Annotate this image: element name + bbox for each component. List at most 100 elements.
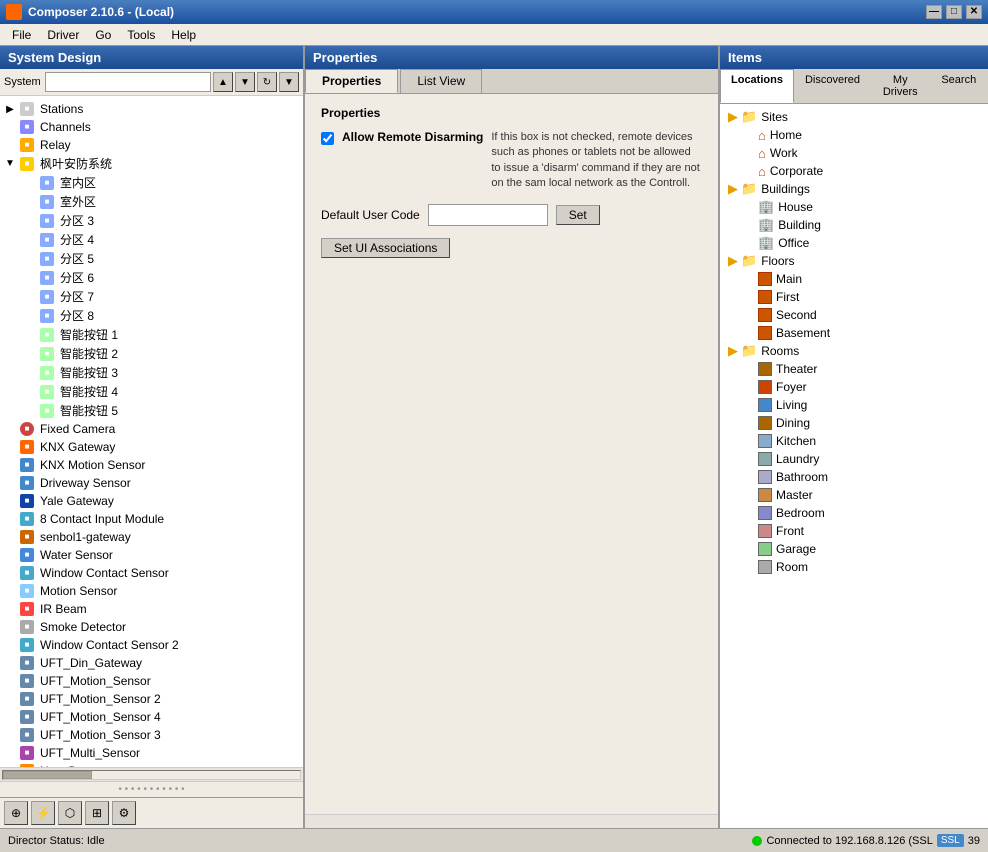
rtree-item-room[interactable]: Room <box>720 558 988 576</box>
rtree-item-main[interactable]: Main <box>720 270 988 288</box>
settings-button[interactable]: ⚙ <box>112 801 136 825</box>
minimize-button[interactable]: — <box>926 5 942 19</box>
menu-file[interactable]: File <box>4 26 39 44</box>
horizontal-scrollbar[interactable] <box>0 767 303 781</box>
tree-item-water[interactable]: ■ Water Sensor <box>0 546 303 564</box>
tree-item-btn3[interactable]: ■ 智能按钮 3 <box>0 363 303 382</box>
tree-item-zone4[interactable]: ■ 分区 4 <box>0 230 303 249</box>
tree-item-stations[interactable]: ▶ ■ Stations <box>0 100 303 118</box>
rtree-item-sites[interactable]: ▶ 📁 Sites <box>720 108 988 126</box>
rtree-item-home[interactable]: ⌂ Home <box>720 126 988 144</box>
tree-item-btn5[interactable]: ■ 智能按钮 5 <box>0 401 303 420</box>
network-button[interactable]: ⊞ <box>85 801 109 825</box>
tab-locations[interactable]: Locations <box>720 69 794 103</box>
tab-properties[interactable]: Properties <box>305 69 398 93</box>
rtree-item-laundry[interactable]: Laundry <box>720 450 988 468</box>
tree-item-camera[interactable]: ■ Fixed Camera <box>0 420 303 438</box>
tree-item-yalegw[interactable]: ■ Yale Gateway <box>0 492 303 510</box>
rtree-item-corporate[interactable]: ⌂ Corporate <box>720 162 988 180</box>
rtree-item-dining[interactable]: Dining <box>720 414 988 432</box>
folder-icon-floors: ▶ <box>728 253 738 269</box>
default-user-code-row: Default User Code Set <box>321 204 702 226</box>
rtree-item-bathroom[interactable]: Bathroom <box>720 468 988 486</box>
tab-listview[interactable]: List View <box>400 69 482 93</box>
tree-item-knxgw[interactable]: ■ KNX Gateway <box>0 438 303 456</box>
tree-item-security[interactable]: ▼ ■ 枫叶安防系统 <box>0 154 303 173</box>
set-ui-associations-button[interactable]: Set UI Associations <box>321 238 450 258</box>
tree-item-8contact[interactable]: ■ 8 Contact Input Module <box>0 510 303 528</box>
icon-camera: ■ <box>20 422 34 436</box>
tree-item-windowcs1[interactable]: ■ Window Contact Sensor <box>0 564 303 582</box>
tree-item-relay[interactable]: ■ Relay <box>0 136 303 154</box>
rtree-item-kitchen[interactable]: Kitchen <box>720 432 988 450</box>
tree-item-uftmotion3[interactable]: ■ UFT_Motion_Sensor 3 <box>0 726 303 744</box>
middle-scrollbar[interactable] <box>305 814 718 828</box>
close-button[interactable]: ✕ <box>966 5 982 19</box>
tree-item-smoke[interactable]: ■ Smoke Detector <box>0 618 303 636</box>
tree-item-windowcs2[interactable]: ■ Window Contact Sensor 2 <box>0 636 303 654</box>
tab-search[interactable]: Search <box>930 69 988 103</box>
tree-item-btn2[interactable]: ■ 智能按钮 2 <box>0 344 303 363</box>
rtree-item-rooms[interactable]: ▶ 📁 Rooms <box>720 342 988 360</box>
tree-item-knxmotion[interactable]: ■ KNX Motion Sensor <box>0 456 303 474</box>
rtree-item-office[interactable]: 🏢 Office <box>720 234 988 252</box>
add-device-button[interactable]: ⊕ <box>4 801 28 825</box>
system-search-input[interactable] <box>45 72 211 92</box>
label-uftmotion3: UFT_Motion_Sensor 3 <box>40 728 161 742</box>
tree-item-senbolll[interactable]: ■ senbol1-gateway <box>0 528 303 546</box>
refresh-button[interactable]: ↻ <box>257 72 277 92</box>
rtree-item-front[interactable]: Front <box>720 522 988 540</box>
tree-item-zone7[interactable]: ■ 分区 7 <box>0 287 303 306</box>
nav-down-button[interactable]: ▼ <box>235 72 255 92</box>
rtree-item-foyer[interactable]: Foyer <box>720 378 988 396</box>
rtree-item-theater[interactable]: Theater <box>720 360 988 378</box>
tree-item-uftmulti[interactable]: ■ UFT_Multi_Sensor <box>0 744 303 762</box>
rtree-item-first[interactable]: First <box>720 288 988 306</box>
rtree-item-buildings[interactable]: ▶ 📁 Buildings <box>720 180 988 198</box>
menu-driver[interactable]: Driver <box>39 26 87 44</box>
rtree-item-basement[interactable]: Basement <box>720 324 988 342</box>
tree-item-motion1[interactable]: ■ Motion Sensor <box>0 582 303 600</box>
filter-button[interactable]: ▼ <box>279 72 299 92</box>
maximize-button[interactable]: □ <box>946 5 962 19</box>
set-code-button[interactable]: Set <box>556 205 600 225</box>
tree-item-zone3[interactable]: ■ 分区 3 <box>0 211 303 230</box>
tree-item-zone8[interactable]: ■ 分区 8 <box>0 306 303 325</box>
allow-remote-disarming-checkbox[interactable] <box>321 132 334 145</box>
menu-help[interactable]: Help <box>163 26 204 44</box>
menu-tools[interactable]: Tools <box>119 26 163 44</box>
icon-zone5: ■ <box>40 252 54 266</box>
rtree-item-second[interactable]: Second <box>720 306 988 324</box>
tree-item-btn1[interactable]: ■ 智能按钮 1 <box>0 325 303 344</box>
tab-mydrivers[interactable]: My Drivers <box>871 69 930 103</box>
default-user-code-input[interactable] <box>428 204 548 226</box>
rtree-item-bedroom[interactable]: Bedroom <box>720 504 988 522</box>
rtree-item-building[interactable]: 🏢 Building <box>720 216 988 234</box>
rtree-item-master[interactable]: Master <box>720 486 988 504</box>
tree-item-channels[interactable]: ■ Channels <box>0 118 303 136</box>
rtree-item-house[interactable]: 🏢 House <box>720 198 988 216</box>
tree-item-uftmotion4[interactable]: ■ UFT_Motion_Sensor 4 <box>0 708 303 726</box>
tree-item-zone5[interactable]: ■ 分区 5 <box>0 249 303 268</box>
tree-item-uftmotion1[interactable]: ■ UFT_Motion_Sensor <box>0 672 303 690</box>
rtree-item-garage[interactable]: Garage <box>720 540 988 558</box>
tree-item-zone1[interactable]: ■ 室内区 <box>0 173 303 192</box>
tab-discovered[interactable]: Discovered <box>794 69 871 103</box>
tree-item-zone6[interactable]: ■ 分区 6 <box>0 268 303 287</box>
tree-item-irbeam[interactable]: ■ IR Beam <box>0 600 303 618</box>
rtree-item-living[interactable]: Living <box>720 396 988 414</box>
tree-item-uftmotion2[interactable]: ■ UFT_Motion_Sensor 2 <box>0 690 303 708</box>
tree-item-uftdin[interactable]: ■ UFT_Din_Gateway <box>0 654 303 672</box>
rtree-label-bedroom: Bedroom <box>776 506 825 520</box>
zigbee-button[interactable]: ⚡ <box>31 801 55 825</box>
rtree-item-work[interactable]: ⌂ Work <box>720 144 988 162</box>
rtree-item-floors[interactable]: ▶ 📁 Floors <box>720 252 988 270</box>
tree-item-btn4[interactable]: ■ 智能按钮 4 <box>0 382 303 401</box>
menu-go[interactable]: Go <box>87 26 119 44</box>
window-title: Composer 2.10.6 - (Local) <box>28 5 174 19</box>
label-btn4: 智能按钮 4 <box>60 383 118 400</box>
tree-item-driveway[interactable]: ■ Driveway Sensor <box>0 474 303 492</box>
nav-up-button[interactable]: ▲ <box>213 72 233 92</box>
connect-button[interactable]: ⬡ <box>58 801 82 825</box>
tree-item-zone2[interactable]: ■ 室外区 <box>0 192 303 211</box>
